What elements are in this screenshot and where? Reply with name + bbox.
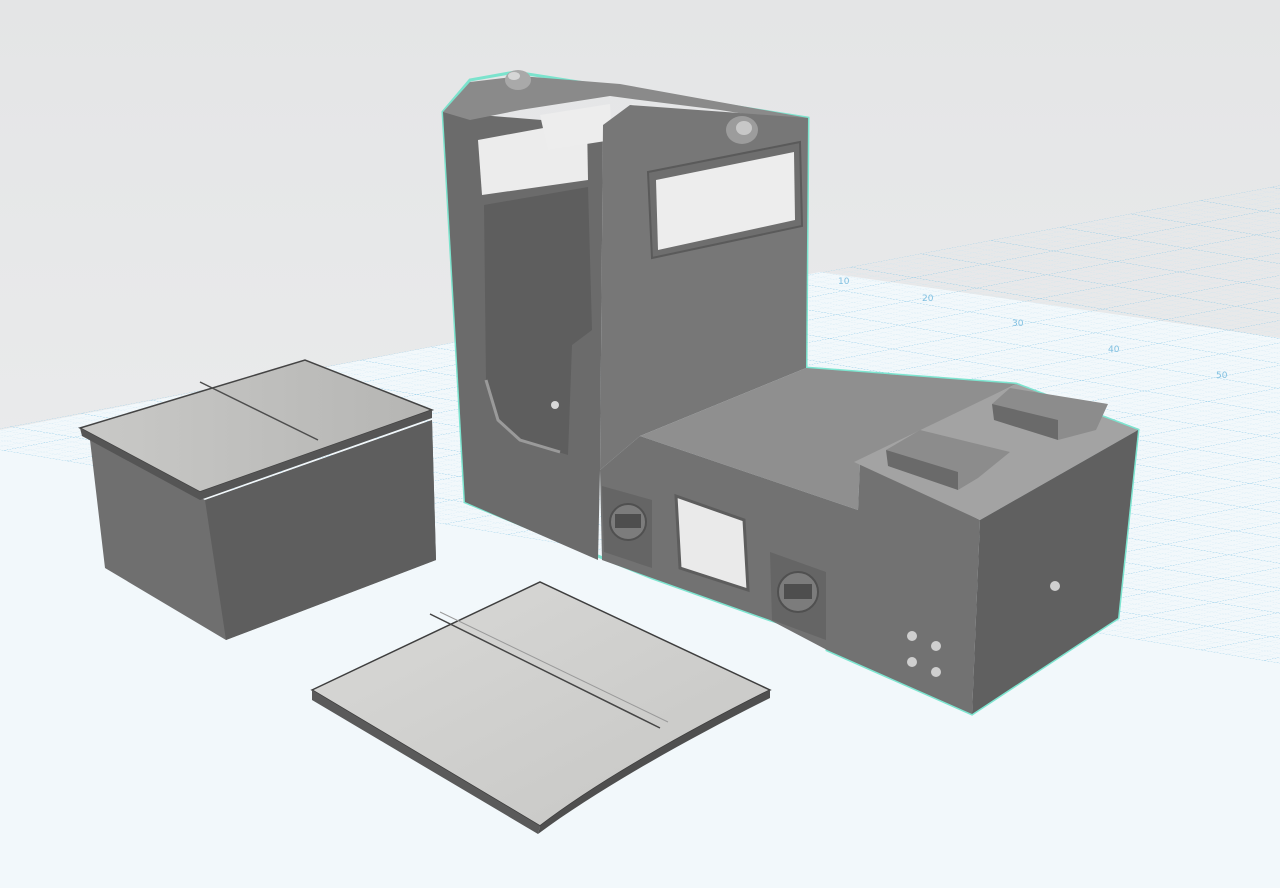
ruler-tick: 40 — [1108, 345, 1120, 355]
headlight-left — [505, 70, 531, 90]
ruler-tick: 20 — [922, 294, 934, 304]
3d-viewport[interactable]: 10 20 30 40 50 — [0, 0, 1280, 888]
ruler-tick: 50 — [1216, 371, 1228, 381]
scene-canvas[interactable]: 10 20 30 40 50 — [0, 0, 1280, 888]
mount-hole — [551, 401, 559, 409]
ruler-tick: 10 — [838, 277, 850, 287]
ruler-tick: 30 — [1012, 319, 1024, 329]
